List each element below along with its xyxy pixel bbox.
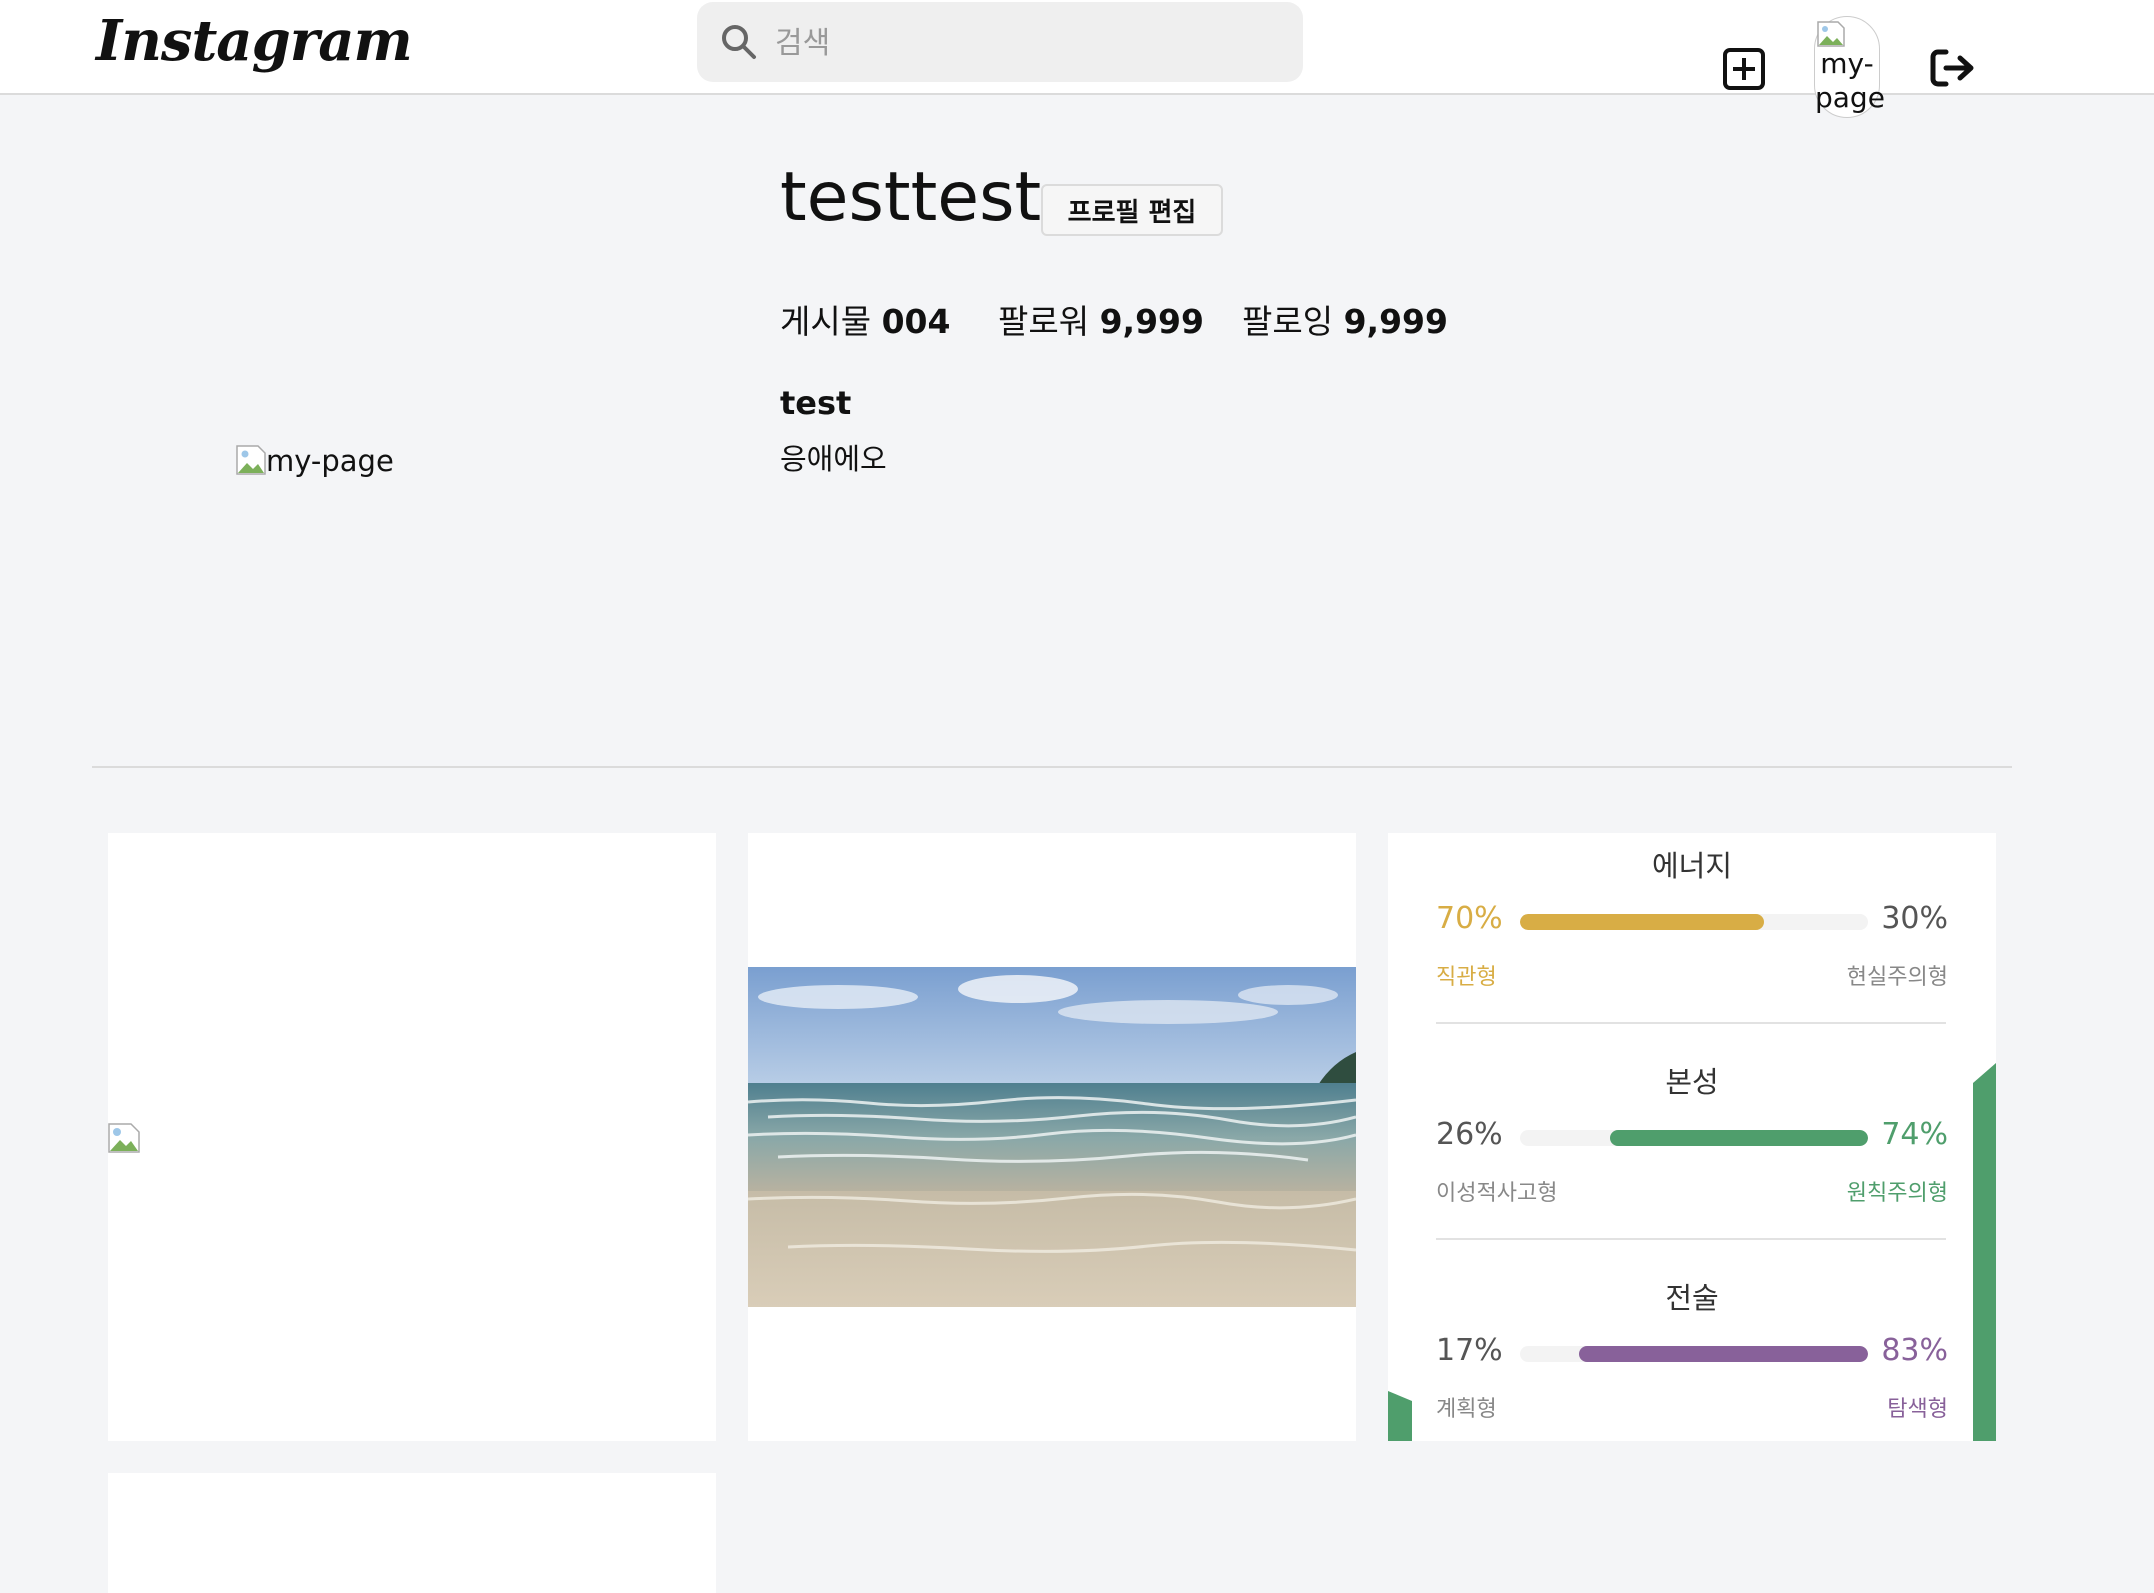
followers-count[interactable]: 팔로워 9,999 (998, 295, 1204, 343)
mbti-progress-track (1520, 1346, 1868, 1362)
logout-icon[interactable] (1928, 46, 1976, 90)
mbti-right-label: 현실주의형 (1846, 965, 1948, 990)
mbti-divider (1436, 1022, 1946, 1024)
stat-value: 004 (881, 302, 951, 341)
top-navigation-bar: Instagram my-page (0, 0, 2154, 118)
decorative-shape (1973, 1063, 1996, 1441)
stat-value: 9,999 (1099, 302, 1204, 341)
mbti-right-label: 원칙주의형 (1846, 1181, 1948, 1206)
mbti-progress-track (1520, 914, 1868, 930)
edit-profile-button[interactable]: 프로필 편집 (1041, 184, 1223, 236)
stat-label: 팔로잉 (1242, 302, 1334, 341)
broken-image-icon (108, 1123, 140, 1153)
search-input[interactable] (773, 16, 1277, 70)
avatar-alt-text: my-page (1815, 47, 1885, 114)
instagram-logo[interactable]: Instagram (96, 8, 413, 74)
mbti-progress-fill (1520, 914, 1764, 930)
mbti-left-percent: 26% (1436, 1117, 1503, 1152)
post-card[interactable] (108, 1473, 716, 1593)
mbti-result-card[interactable]: 에너지 70% 30% 직관형 현실주의형 본성 26% 74% 이성적사고형 … (1388, 833, 1996, 1441)
mbti-progress-track (1520, 1130, 1868, 1146)
mbti-section-title: 전술 (1665, 1281, 1719, 1315)
mbti-section-title: 에너지 (1651, 849, 1733, 883)
profile-username: testtest (780, 158, 1042, 237)
broken-image-icon (236, 445, 266, 475)
section-divider (92, 766, 2012, 768)
mbti-right-percent: 30% (1881, 901, 1948, 936)
mbti-left-label: 계획형 (1436, 1397, 1497, 1422)
decorative-shape (1388, 1391, 1412, 1441)
stat-value: 9,999 (1343, 302, 1448, 341)
mbti-section-title: 본성 (1665, 1065, 1719, 1099)
mbti-progress-fill (1579, 1346, 1868, 1362)
mbti-divider (1436, 1238, 1946, 1240)
profile-avatar-button[interactable]: my-page (1814, 16, 1885, 118)
mbti-progress-fill (1610, 1130, 1868, 1146)
following-count[interactable]: 팔로잉 9,999 (1242, 295, 1448, 343)
mbti-left-label: 직관형 (1436, 965, 1497, 990)
mbti-right-percent: 83% (1881, 1333, 1948, 1368)
beach-photo (748, 967, 1356, 1307)
search-icon (722, 25, 756, 59)
post-card[interactable] (108, 833, 716, 1441)
profile-bio: 응애에오 (780, 442, 887, 476)
new-post-icon[interactable] (1722, 47, 1766, 91)
profile-image: my-page (236, 444, 394, 478)
stat-label: 팔로워 (998, 302, 1090, 341)
mbti-right-percent: 74% (1881, 1117, 1948, 1152)
profile-image-alt: my-page (266, 444, 394, 478)
mbti-left-label: 이성적사고형 (1436, 1181, 1558, 1206)
post-card[interactable] (748, 833, 1356, 1441)
mbti-left-percent: 17% (1436, 1333, 1503, 1368)
stat-label: 게시물 (780, 302, 872, 341)
broken-image-icon (1817, 21, 1845, 47)
mbti-right-label: 탐색형 (1887, 1397, 1948, 1422)
search-box[interactable] (697, 2, 1303, 82)
profile-display-name: test (780, 384, 852, 422)
mbti-left-percent: 70% (1436, 901, 1503, 936)
posts-count: 게시물 004 (780, 295, 950, 343)
